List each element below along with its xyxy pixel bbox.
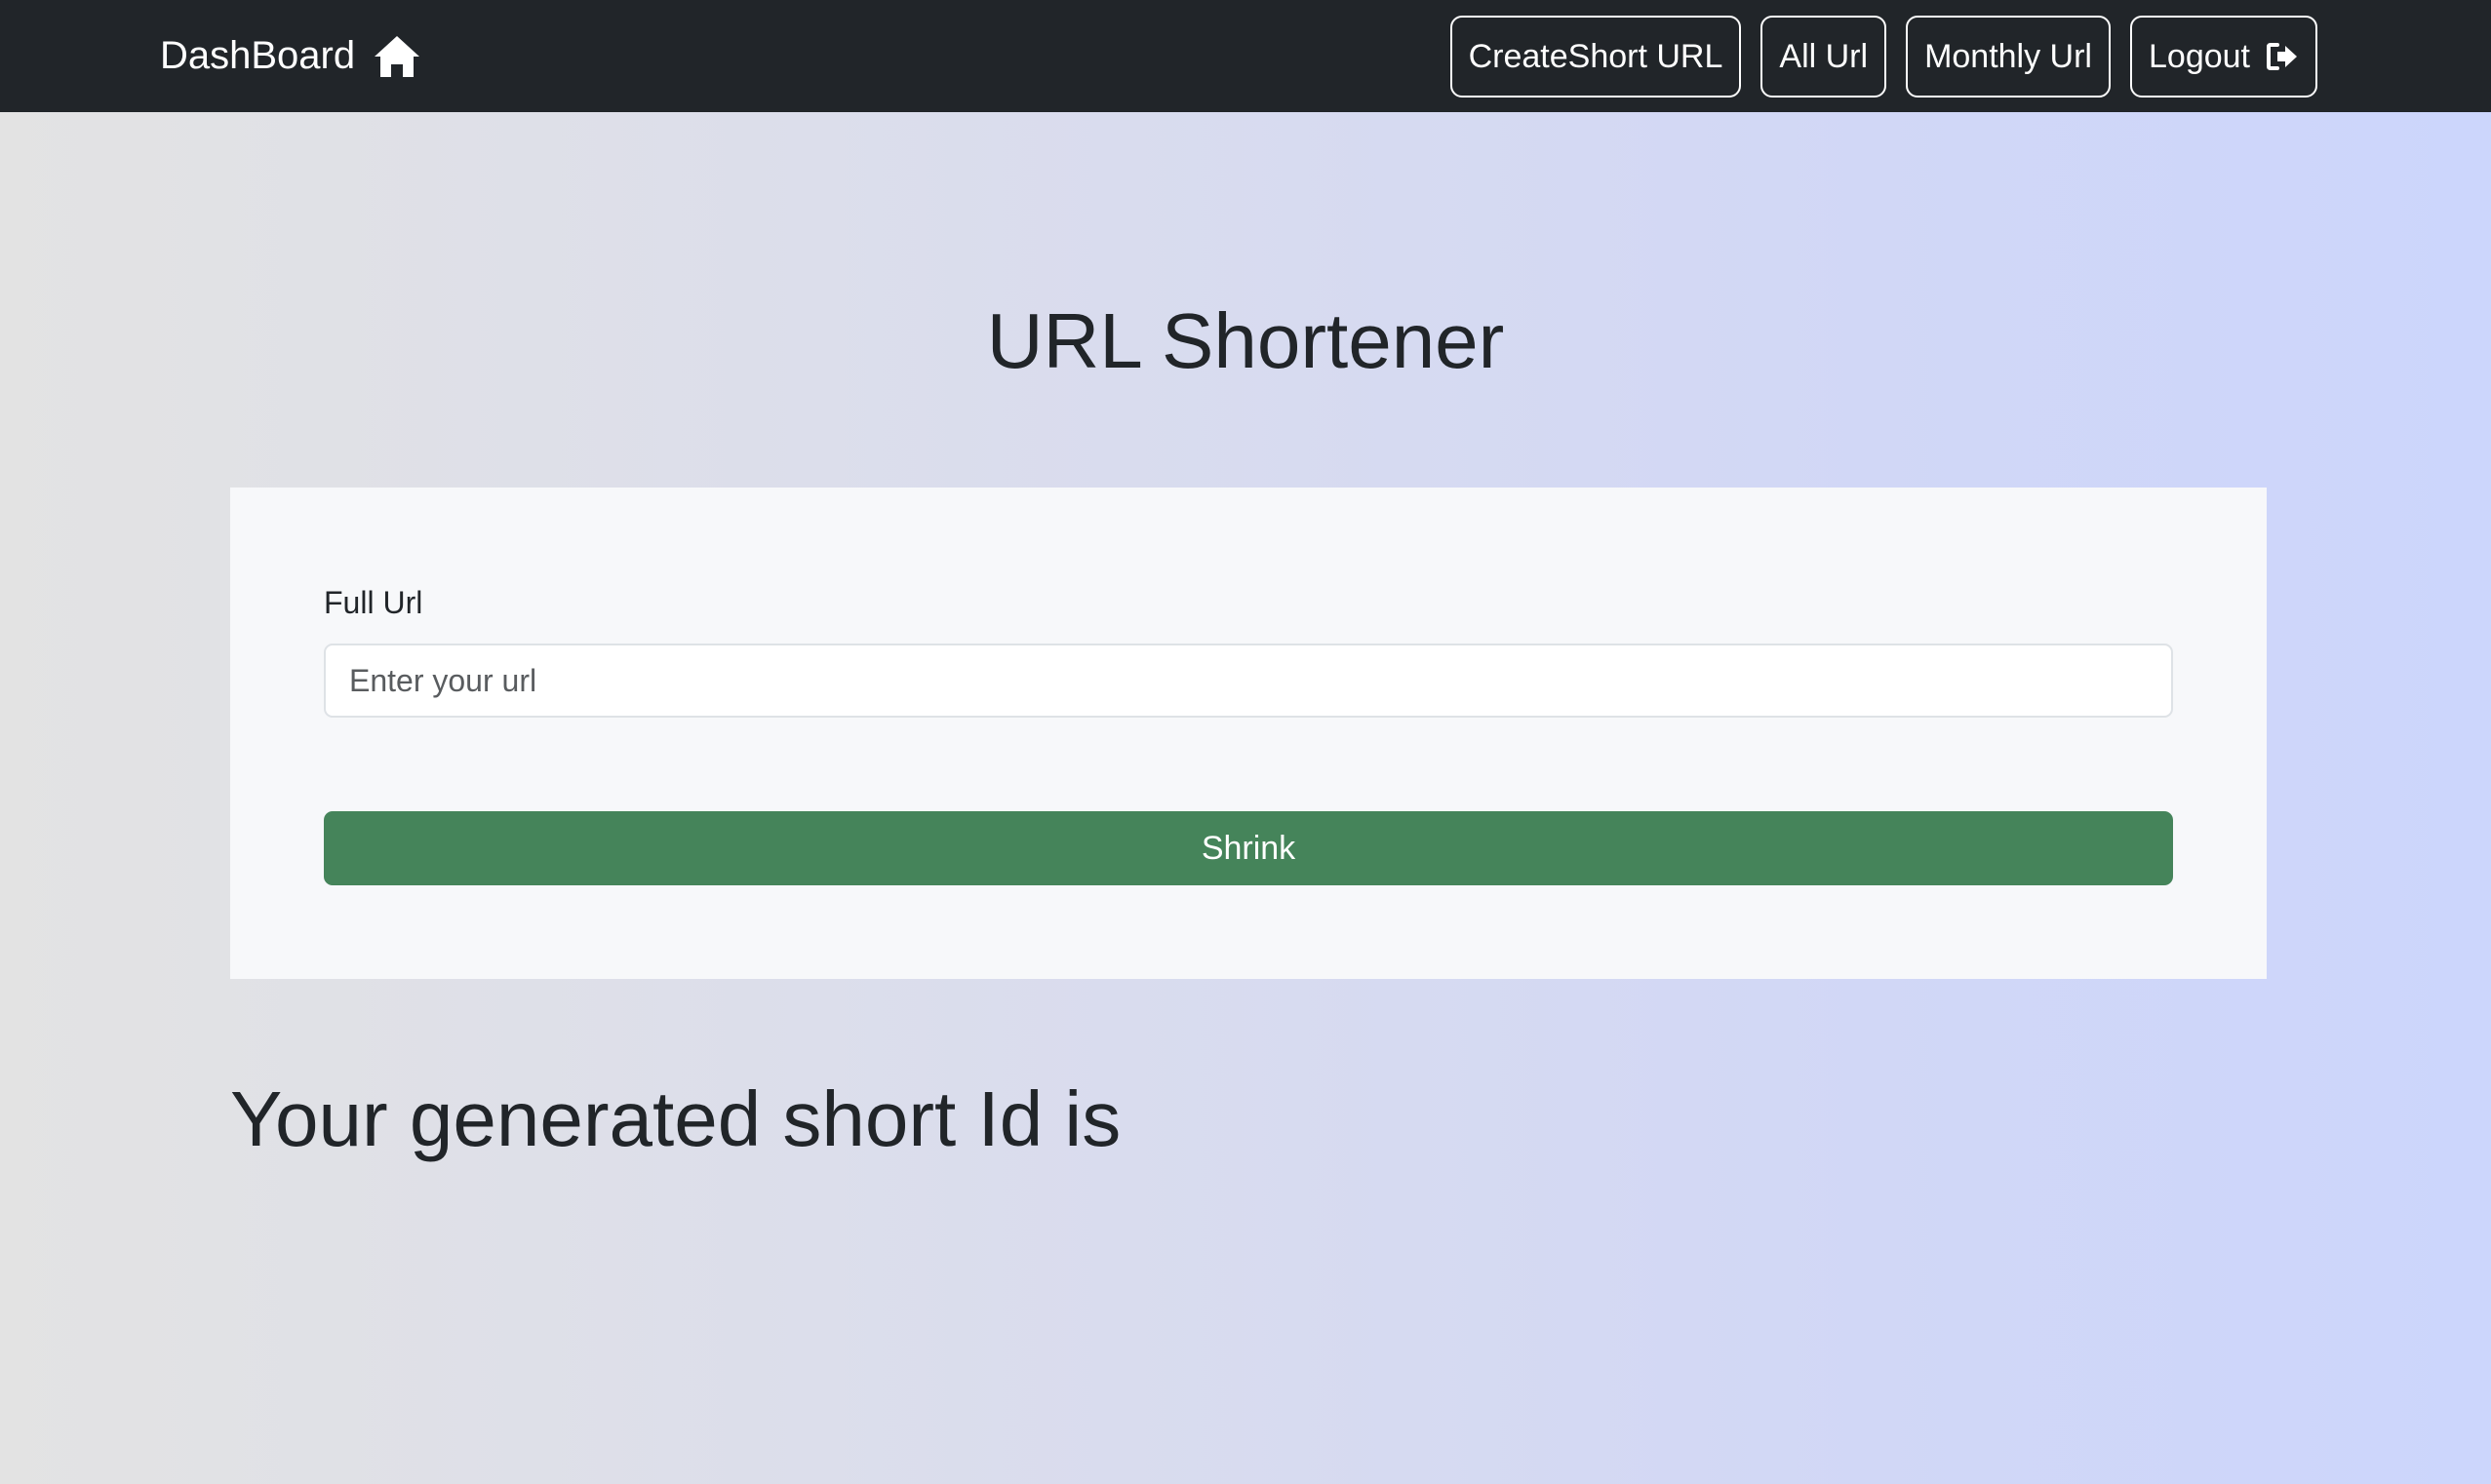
full-url-input[interactable] [324,644,2173,718]
top-navbar: DashBoard CreateShort URL All Url Monthl… [0,0,2491,112]
shrink-button[interactable]: Shrink [324,811,2173,885]
monthly-url-button[interactable]: Monthly Url [1906,16,2111,98]
create-short-url-label: CreateShort URL [1468,37,1723,75]
brand-label: DashBoard [160,34,356,77]
sign-out-icon [2267,43,2297,70]
logout-label: Logout [2149,37,2250,75]
all-url-label: All Url [1779,37,1869,75]
brand-link[interactable]: DashBoard [160,0,421,112]
full-url-label: Full Url [324,585,423,620]
logout-button[interactable]: Logout [2130,16,2317,98]
page-title: URL Shortener [986,297,1505,384]
all-url-button[interactable]: All Url [1760,16,1887,98]
shorten-form-card: Full Url Shrink [230,488,2267,979]
home-icon [375,35,420,77]
nav-button-group: CreateShort URL All Url Monthly Url Logo… [1449,16,2317,98]
create-short-url-button[interactable]: CreateShort URL [1449,16,1742,98]
result-heading: Your generated short Id is [230,1075,1122,1162]
monthly-url-label: Monthly Url [1924,37,2092,75]
